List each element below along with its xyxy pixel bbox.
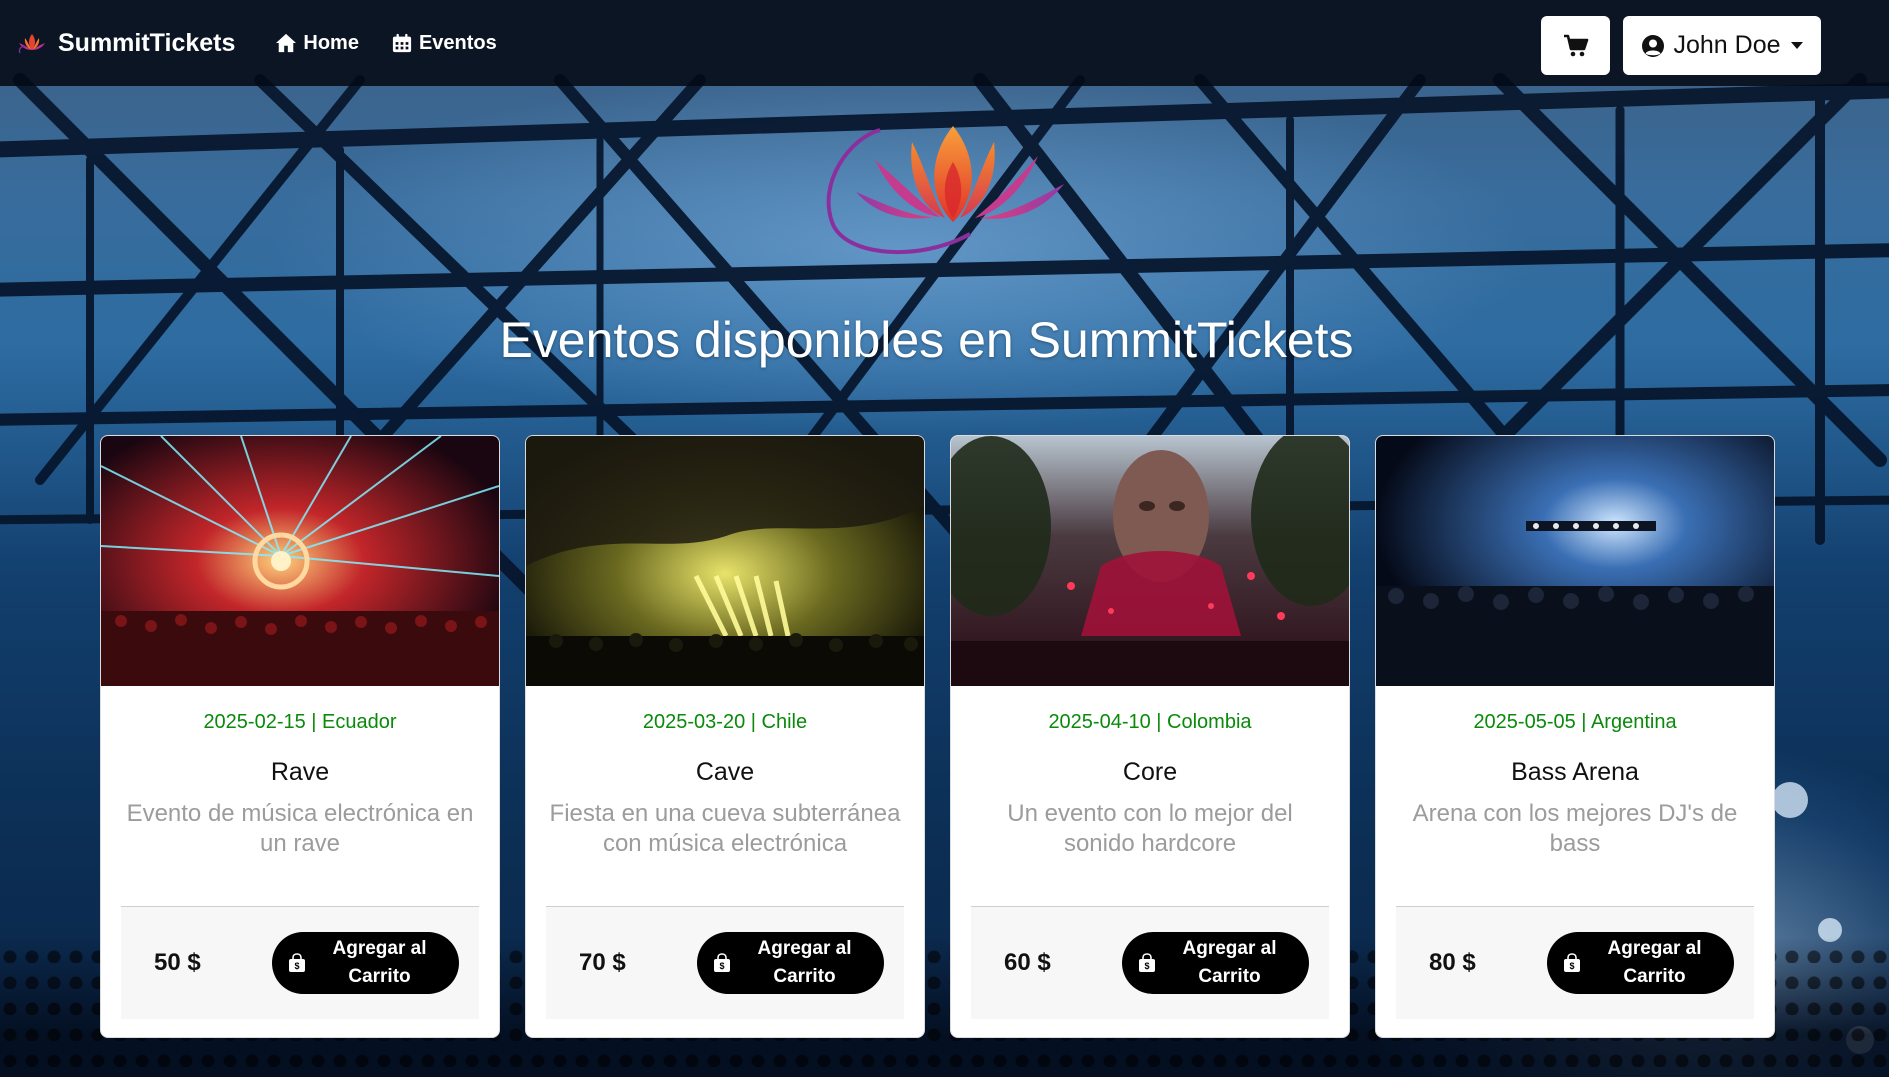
add-to-cart-button[interactable]: $ Agregar al Carrito [272, 932, 459, 994]
add-to-cart-label: Agregar al Carrito [1607, 938, 1702, 987]
event-image-rave [101, 436, 499, 686]
event-title: Cave [695, 758, 755, 786]
add-to-cart-label: Agregar al Carrito [1182, 938, 1277, 987]
event-card: 2025-04-10 | Colombia Core Un evento con… [950, 435, 1350, 1038]
brand-link[interactable]: SummitTickets [16, 29, 235, 58]
event-description: Un evento con lo mejor del sonido hardco… [1007, 800, 1293, 857]
svg-text:$: $ [294, 961, 299, 971]
nav-eventos-link[interactable]: Eventos [391, 32, 497, 55]
event-card-footer: 50 $ $ Agregar al Carrito [121, 906, 479, 1019]
svg-text:$: $ [719, 961, 724, 971]
add-to-cart-button[interactable]: $ Agregar al Carrito [1122, 932, 1309, 994]
event-description: Fiesta en una cueva subterránea con músi… [549, 800, 901, 857]
event-price: 50 $ [154, 949, 201, 976]
cart-button[interactable] [1541, 16, 1610, 75]
home-icon [276, 33, 297, 53]
calendar-icon [392, 33, 412, 53]
event-card: 2025-05-05 | Argentina Bass Arena Arena … [1375, 435, 1775, 1038]
event-price: 80 $ [1429, 949, 1476, 976]
event-description: Evento de música electrónica en un rave [126, 800, 474, 857]
add-to-cart-label: Agregar al Carrito [332, 938, 427, 987]
user-circle-icon [1642, 34, 1665, 57]
caret-down-icon [1790, 42, 1803, 49]
page-title: Eventos disponibles en SummitTickets [499, 312, 1354, 368]
event-meta: 2025-05-05 | Argentina [1473, 711, 1677, 733]
svg-text:$: $ [1569, 961, 1574, 971]
user-name: John Doe [1673, 31, 1781, 59]
navbar: SummitTickets Home Eventos John Doe [0, 0, 1889, 86]
lotus-hero-logo [826, 126, 1064, 255]
lotus-logo-icon [18, 34, 45, 54]
nav-actions: John Doe [1541, 16, 1821, 75]
event-price: 70 $ [579, 949, 626, 976]
event-image-bass-arena [1376, 436, 1774, 686]
event-image-core [951, 436, 1349, 686]
event-card-footer: 60 $ $ Agregar al Carrito [971, 906, 1329, 1019]
user-menu-dropdown[interactable]: John Doe [1623, 16, 1821, 75]
event-title: Core [1122, 758, 1178, 786]
svg-text:$: $ [1144, 961, 1149, 971]
nav-home-label: Home [303, 31, 359, 54]
event-meta: 2025-04-10 | Colombia [1048, 711, 1252, 733]
event-description: Arena con los mejores DJ's de bass [1412, 800, 1738, 857]
event-card: 2025-02-15 | Ecuador Rave Evento de músi… [100, 435, 500, 1038]
event-meta: 2025-02-15 | Ecuador [203, 711, 397, 733]
shopping-bag-icon: $ [289, 953, 305, 972]
add-to-cart-button[interactable]: $ Agregar al Carrito [1547, 932, 1734, 994]
shopping-bag-icon: $ [1139, 953, 1155, 972]
event-card-footer: 70 $ $ Agregar al Carrito [546, 906, 904, 1019]
event-card-list: 2025-02-15 | Ecuador Rave Evento de músi… [100, 435, 1775, 1038]
event-price: 60 $ [1004, 949, 1051, 976]
add-to-cart-button[interactable]: $ Agregar al Carrito [697, 932, 884, 994]
event-title: Bass Arena [1511, 758, 1639, 786]
nav-home-link[interactable]: Home [275, 32, 359, 55]
event-meta: 2025-03-20 | Chile [642, 711, 808, 733]
event-image-cave [526, 436, 924, 686]
brand-name: SummitTickets [58, 28, 236, 57]
event-card: 2025-03-20 | Chile Cave Fiesta en una cu… [525, 435, 925, 1038]
nav-links: Home Eventos [275, 32, 497, 55]
shopping-cart-icon [1563, 34, 1588, 56]
event-card-footer: 80 $ $ Agregar al Carrito [1396, 906, 1754, 1019]
nav-eventos-label: Eventos [418, 31, 497, 54]
shopping-bag-icon: $ [714, 953, 730, 972]
add-to-cart-label: Agregar al Carrito [757, 938, 852, 987]
event-title: Rave [270, 758, 330, 786]
shopping-bag-icon: $ [1564, 953, 1580, 972]
